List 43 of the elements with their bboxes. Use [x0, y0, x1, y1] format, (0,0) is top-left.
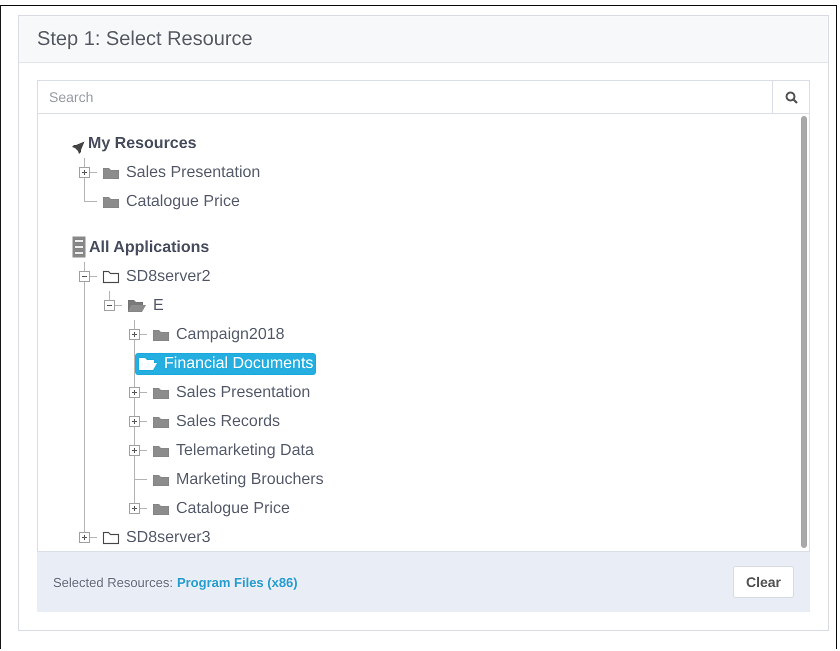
expand-toggle[interactable]	[129, 416, 140, 427]
expand-toggle[interactable]	[79, 167, 90, 178]
rocket-icon	[72, 141, 85, 154]
search-icon	[784, 90, 798, 104]
expand-toggle[interactable]	[79, 532, 90, 543]
tree-item[interactable]: Telemarketing Data	[149, 440, 317, 462]
tree-item[interactable]: Sales Records	[149, 410, 284, 432]
scrollbar[interactable]	[801, 116, 807, 548]
search-field[interactable]: Search	[37, 80, 773, 114]
folder-icon	[152, 386, 170, 400]
folder-icon	[152, 328, 170, 342]
step-title: Step 1: Select Resource	[37, 28, 253, 50]
tree-item[interactable]: Sales Presentation	[149, 382, 314, 404]
folder-icon	[152, 502, 170, 516]
section-heading: My Resources	[88, 134, 196, 154]
section-heading: All Applications	[89, 238, 210, 258]
tree-item[interactable]: Campaign2018	[149, 324, 288, 346]
expand-toggle[interactable]	[129, 445, 140, 456]
expand-toggle[interactable]	[129, 329, 140, 340]
open-folder-icon	[138, 356, 158, 370]
folder-outline-icon	[102, 270, 120, 284]
tree-item[interactable]: E	[124, 294, 167, 316]
tree-item[interactable]: SD8server2	[99, 266, 214, 288]
collapse-toggle[interactable]	[104, 300, 115, 311]
folder-icon	[152, 444, 170, 458]
expand-toggle[interactable]	[129, 503, 140, 514]
expand-toggle[interactable]	[129, 387, 140, 398]
folder-icon	[102, 166, 120, 180]
clear-button[interactable]: Clear	[732, 566, 794, 598]
folder-icon	[152, 472, 170, 486]
folder-outline-icon	[102, 530, 120, 544]
search-button[interactable]	[773, 80, 810, 114]
tree-item[interactable]: SD8server3	[99, 526, 214, 548]
selected-resources-label: Selected Resources:	[53, 574, 173, 590]
server-icon	[72, 236, 86, 258]
collapse-toggle[interactable]	[79, 271, 90, 282]
tree-item[interactable]: Sales Presentation	[99, 162, 264, 184]
folder-icon	[152, 414, 170, 428]
tree-item[interactable]: Marketing Brouchers	[149, 468, 327, 490]
tree-item[interactable]: Catalogue Price	[99, 190, 243, 212]
folder-icon	[102, 194, 120, 208]
open-folder-icon	[127, 298, 147, 312]
tree-item[interactable]: Catalogue Price	[149, 498, 293, 520]
